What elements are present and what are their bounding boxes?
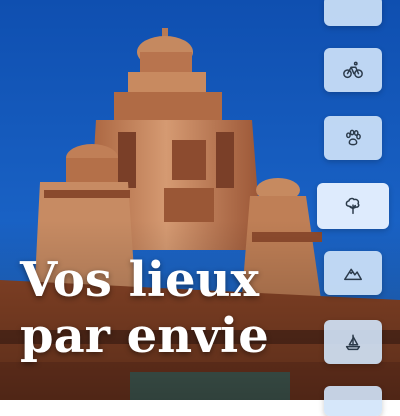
headline-line-1: Vos lieux (20, 252, 260, 308)
category-button-bottom[interactable] (324, 386, 382, 416)
category-button-nature[interactable] (317, 183, 389, 229)
paw-icon (346, 129, 361, 146)
category-button-pets[interactable] (324, 116, 382, 160)
mountain-icon (344, 268, 362, 281)
bicycle-icon (343, 61, 363, 79)
category-button-cycling[interactable] (324, 48, 382, 92)
sailboat-icon (345, 334, 361, 351)
category-button-top[interactable] (324, 0, 382, 26)
category-button-mountains[interactable] (324, 251, 382, 295)
headline: Vos lieux par envie (20, 252, 320, 364)
tree-icon (345, 197, 360, 215)
category-button-sailing[interactable] (324, 320, 382, 364)
headline-line-2: par envie (20, 308, 269, 364)
